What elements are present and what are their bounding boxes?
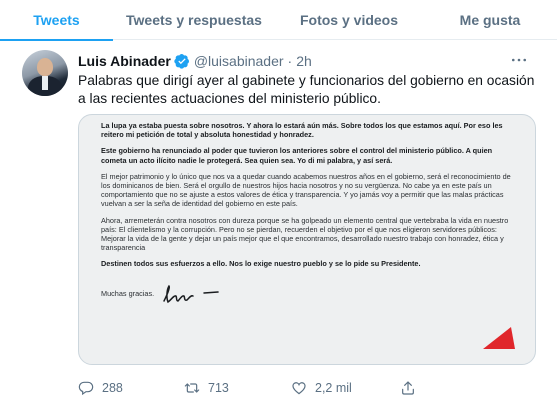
letter-paragraph: Este gobierno ha renunciado al poder que…: [101, 146, 493, 165]
retweet-count: 713: [208, 381, 229, 395]
tweet[interactable]: Luis Abinader @luisabinader · 2h Palabra…: [0, 0, 557, 396]
avatar[interactable]: [22, 50, 68, 96]
tweet-text: Palabras que dirigí ayer al gabinete y f…: [78, 73, 535, 106]
tweet-actions: 288 713 2,2 mil: [78, 378, 536, 398]
heart-icon: [292, 382, 306, 395]
letter-paragraph: Ahora, arremeterán contra nosotros con d…: [101, 215, 509, 253]
avatar-shirt: [42, 76, 48, 90]
retweet-button[interactable]: 713: [184, 380, 229, 396]
avatar-face: [37, 58, 53, 76]
tweet-header: Luis Abinader @luisabinader · 2h: [78, 52, 312, 70]
red-corner-mark: [483, 327, 515, 349]
letter-paragraph: El mejor patrimonio y lo único que nos v…: [101, 171, 511, 209]
letter-final-line: Destinen todos sus esfuerzos a ello. Nos…: [101, 259, 421, 269]
share-icon: [402, 381, 414, 395]
author-handle[interactable]: @luisabinader: [194, 53, 284, 69]
share-button[interactable]: [400, 380, 416, 396]
letter-document: La lupa ya estaba puesta sobre nosotros.…: [101, 121, 513, 305]
more-dots-icon[interactable]: [508, 52, 530, 68]
reply-count: 288: [102, 381, 123, 395]
like-count: 2,2 mil: [315, 381, 352, 395]
tweet-image[interactable]: La lupa ya estaba puesta sobre nosotros.…: [78, 114, 536, 365]
retweet-icon: [184, 383, 200, 393]
signature: [163, 284, 219, 303]
separator-dot: ·: [287, 53, 293, 69]
letter-closing: Muchas gracias.: [101, 283, 513, 305]
like-button[interactable]: 2,2 mil: [291, 380, 352, 396]
tweet-timestamp[interactable]: 2h: [296, 53, 312, 69]
reply-icon: [78, 381, 94, 396]
verified-badge-icon: [174, 54, 189, 69]
letter-paragraph: La lupa ya estaba puesta sobre nosotros.…: [101, 121, 503, 140]
closing-text: Muchas gracias.: [101, 289, 155, 299]
reply-button[interactable]: 288: [78, 380, 123, 396]
author-name[interactable]: Luis Abinader: [78, 53, 171, 69]
